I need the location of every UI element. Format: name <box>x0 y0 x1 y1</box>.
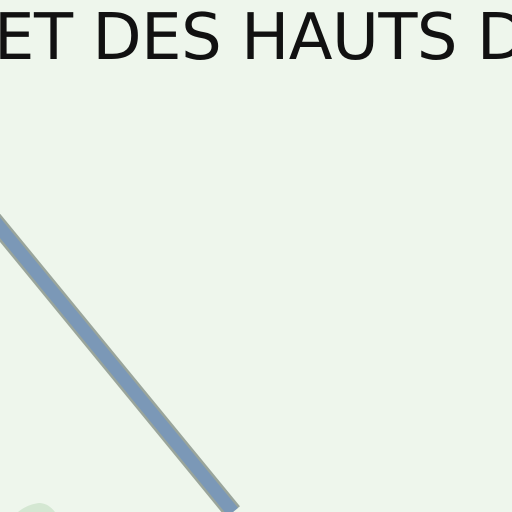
green-area-patch <box>18 503 55 512</box>
map-canvas[interactable]: ET DES HAUTS DE <box>0 0 512 512</box>
region-label: ET DES HAUTS DE <box>0 1 512 75</box>
map-layer <box>0 213 240 512</box>
road[interactable] <box>0 217 239 512</box>
